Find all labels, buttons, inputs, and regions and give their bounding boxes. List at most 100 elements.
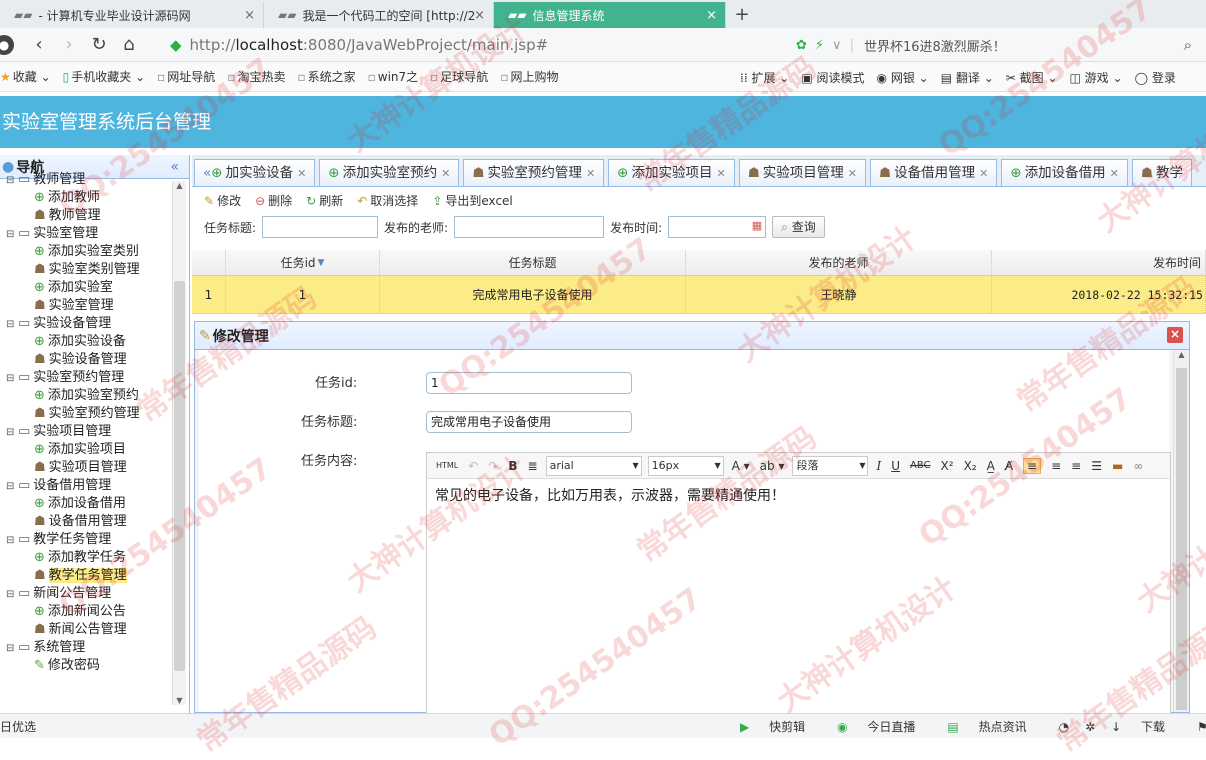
cancel-selection-button[interactable]: ↶ 取消选择 <box>357 192 418 209</box>
close-tab-icon[interactable]: ✕ <box>848 167 857 180</box>
collapse-icon[interactable]: ⊟ <box>6 316 16 334</box>
tree-group[interactable]: ⊟ ▭ 设备借用管理 <box>0 477 172 495</box>
screenshot-button[interactable]: ✂ 截图 ⌄ <box>1006 69 1058 86</box>
hot-news-button[interactable]: ▤ 热点资讯 <box>947 718 1042 735</box>
font-family-select[interactable]: arial ▼ <box>545 455 642 476</box>
align-right-button[interactable]: ≡ <box>1071 459 1081 473</box>
font-color-button[interactable]: A ▾ <box>732 459 750 473</box>
forward-icon[interactable]: › <box>54 34 84 55</box>
tools-icon[interactable]: ✲ <box>1085 720 1095 734</box>
bookmark-nav[interactable]: ▫ 网址导航 <box>157 68 215 85</box>
status-left-text[interactable]: 日优选 <box>0 718 36 735</box>
align-center-button[interactable]: ≡ <box>1051 459 1061 473</box>
tree-group[interactable]: ⊟ ▭ 新闻公告管理 <box>0 585 172 603</box>
sidebar-item[interactable]: ☗ 实验设备管理 <box>0 351 172 369</box>
scrollbar-thumb[interactable] <box>1176 368 1187 710</box>
extension-icon[interactable]: ✿ <box>796 38 807 53</box>
extensions-button[interactable]: ⁞⁞ 扩展 ⌄ <box>740 69 789 86</box>
bookmark-taobao[interactable]: ▫ 淘宝热卖 <box>227 68 285 85</box>
task-title-input[interactable]: 完成常用电子设备使用 <box>426 411 632 433</box>
scroll-up-icon[interactable]: ▲ <box>173 181 186 190</box>
quick-clip-button[interactable]: ▶ 快剪辑 <box>740 718 821 735</box>
subscript-button[interactable]: X₂ <box>964 459 977 473</box>
sidebar-item[interactable]: ⊕ 添加实验室预约 <box>0 387 172 405</box>
login-button[interactable]: ◯ 登录 <box>1135 69 1176 86</box>
sidebar-item[interactable]: ☗ 设备借用管理 <box>0 513 172 531</box>
sidebar-item[interactable]: ⊕ 添加教师 <box>0 189 172 207</box>
html-source-button[interactable]: HTML <box>436 461 458 470</box>
sidebar-item[interactable]: ☗ 实验室管理 <box>0 297 172 315</box>
delete-button[interactable]: ⊖ 删除 <box>255 192 292 209</box>
panel-tab[interactable]: ☗ 实验项目管理 ✕ <box>738 159 867 186</box>
browser-tab-1[interactable]: ▰▰ - 计算机专业毕业设计源码网 × <box>0 2 264 28</box>
close-tab-icon[interactable]: ✕ <box>716 167 725 180</box>
dropdown-icon[interactable]: ∨ <box>832 38 842 53</box>
tree-group[interactable]: ⊟ ▭ 教学任务管理 <box>0 531 172 549</box>
table-row[interactable]: 1 1 完成常用电子设备使用 王晓静 2018-02-22 15:32:15 <box>192 276 1206 314</box>
sidebar-item[interactable]: ☗ 新闻公告管理 <box>0 621 172 639</box>
scroll-down-icon[interactable]: ▼ <box>173 696 186 705</box>
bookmark-mobile[interactable]: ▯ 手机收藏夹 ⌄ <box>63 68 146 85</box>
export-excel-button[interactable]: ⇪ 导出到excel <box>432 192 512 209</box>
collapse-icon[interactable]: ⊟ <box>6 586 16 604</box>
close-tab-icon[interactable]: ✕ <box>586 167 595 180</box>
search-icon[interactable]: ⌕ <box>1184 36 1192 54</box>
sidebar-item[interactable]: ☗ 教学任务管理 <box>0 567 172 585</box>
column-header-id[interactable]: 任务id ▼ <box>226 250 380 275</box>
sidebar-scrollbar[interactable]: ▲ ▼ <box>172 181 186 705</box>
close-tab-icon[interactable]: ✕ <box>979 167 988 180</box>
panel-tab[interactable]: ⊕ 添加实验室预约 ✕ <box>319 159 460 186</box>
panel-tab[interactable]: ☗ 教学 <box>1131 159 1192 186</box>
download-button[interactable]: ↓ 下载 <box>1111 718 1181 735</box>
superscript-button[interactable]: X² <box>941 459 954 473</box>
sidebar-item[interactable]: ☗ 实验室预约管理 <box>0 405 172 423</box>
sidebar-item[interactable]: ⊕ 添加新闻公告 <box>0 603 172 621</box>
sidebar-item[interactable]: ☗ 实验项目管理 <box>0 459 172 477</box>
collapse-icon[interactable]: ⊟ <box>6 640 16 658</box>
speed-icon[interactable]: ◔ <box>1059 720 1069 734</box>
task-id-input[interactable]: 1 <box>426 372 632 394</box>
refresh-button[interactable]: ↻ 刷新 <box>306 192 343 209</box>
underline-button[interactable]: U <box>891 459 900 473</box>
block-format-select[interactable]: 段落 ▼ <box>792 455 869 476</box>
close-tab-icon[interactable]: ✕ <box>1110 167 1119 180</box>
close-dialog-button[interactable]: × <box>1167 327 1183 343</box>
collapse-icon[interactable]: ⊟ <box>6 370 16 388</box>
close-tab-icon[interactable]: ✕ <box>441 167 450 180</box>
editor-content[interactable]: 常见的电子设备，比如万用表，示波器，需要精通使用！ <box>427 479 1170 511</box>
undo-icon[interactable]: ↶ <box>468 459 478 473</box>
tree-group[interactable]: ⊟ ▭ 教师管理 <box>0 171 172 189</box>
tree-group[interactable]: ⊟ ▭ 实验项目管理 <box>0 423 172 441</box>
bookmark-shopping[interactable]: ▫ 网上购物 <box>500 68 558 85</box>
font-size-select[interactable]: 16px ▼ <box>647 455 724 476</box>
column-header-title[interactable]: 任务标题 <box>380 250 686 275</box>
tree-group[interactable]: ⊟ ▭ 实验室管理 <box>0 225 172 243</box>
column-header-teacher[interactable]: 发布的老师 <box>686 250 992 275</box>
collapse-icon[interactable]: ⊟ <box>6 532 16 550</box>
collapse-icon[interactable]: ⊟ <box>6 424 16 442</box>
time-search-field[interactable]: ▦ <box>662 216 772 238</box>
reading-mode-button[interactable]: ▣ 阅读模式 <box>801 69 864 86</box>
sidebar-item[interactable]: ⊕ 添加设备借用 <box>0 495 172 513</box>
sidebar-item[interactable]: ✎ 修改密码 <box>0 657 172 675</box>
collapse-icon[interactable]: ⊟ <box>6 226 16 244</box>
browser-tab-2[interactable]: ▰▰ 我是一个代码工的空间 [http://2 × <box>264 2 494 28</box>
close-tab-icon[interactable]: × <box>474 8 485 23</box>
bookmark-win7[interactable]: ▫ win7之 <box>368 68 419 85</box>
calendar-icon[interactable]: ▦ <box>752 219 762 232</box>
title-search-input[interactable] <box>262 216 379 238</box>
news-ticker[interactable]: 世界杯16进8激烈厮杀！ <box>864 36 1184 55</box>
edit-button[interactable]: ✎ 修改 <box>204 192 241 209</box>
highlight-color-button[interactable]: ab ▾ <box>760 459 785 473</box>
sidebar-item[interactable]: ☗ 教师管理 <box>0 207 172 225</box>
sidebar-item[interactable]: ☗ 实验室类别管理 <box>0 261 172 279</box>
align-left-button[interactable]: ≡ <box>1023 457 1042 474</box>
live-button[interactable]: ◉ 今日直播 <box>837 718 931 735</box>
panel-tab[interactable]: «⊕ 加实验设备 ✕ <box>194 159 316 186</box>
justify-button[interactable]: ☰ <box>1091 459 1102 473</box>
tree-group[interactable]: ⊟ ▭ 实验设备管理 <box>0 315 172 333</box>
image-icon[interactable]: ▬ <box>1112 459 1123 473</box>
flag-icon[interactable]: ⚑ <box>1197 720 1206 734</box>
sidebar-item[interactable]: ⊕ 添加实验室类别 <box>0 243 172 261</box>
reload-icon[interactable]: ↻ <box>84 34 114 55</box>
